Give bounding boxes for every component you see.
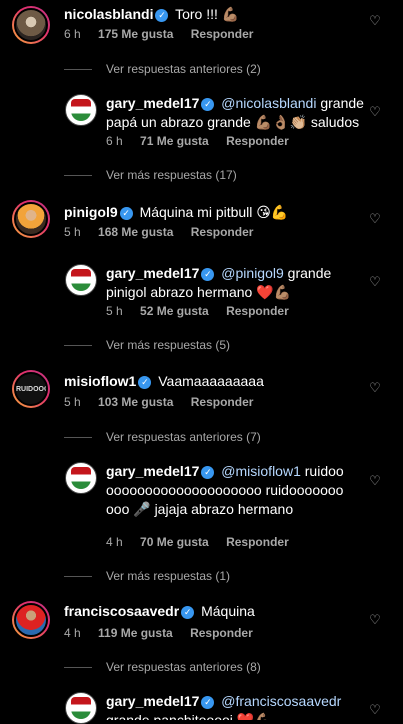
view-replies-link[interactable]: Ver más respuestas (1) [64, 569, 230, 583]
like-heart-icon[interactable]: ♡ [368, 212, 382, 226]
comment-meta: 6 h 175 Me gusta Responder [64, 27, 267, 41]
view-replies-link[interactable]: Ver más respuestas (5) [64, 338, 230, 352]
comment-meta: 4 h 119 Me gusta Responder [64, 626, 267, 640]
comment-meta: 4 h 70 Me gusta Responder [106, 535, 303, 549]
likes-count[interactable]: 71 Me gusta [140, 134, 209, 148]
avatar[interactable] [65, 692, 97, 724]
comment-text: gary_medel17 ✓ @franciscosaavedr grande p… [106, 692, 368, 720]
thread-divider [64, 576, 92, 578]
view-replies-link[interactable]: Ver respuestas anteriores (7) [64, 430, 261, 444]
mention-link[interactable]: @misioflow1 [221, 463, 301, 479]
view-replies-label: Ver más respuestas (17) [106, 168, 237, 182]
comment-body: Vaamaaaaaaaaa [158, 373, 264, 389]
verified-icon: ✓ [201, 466, 215, 479]
verified-icon: ✓ [155, 9, 169, 22]
avatar[interactable]: RUIDOOOO [12, 370, 50, 408]
verified-icon: ✓ [201, 98, 215, 111]
timestamp: 5 h [106, 304, 123, 318]
mention-link[interactable]: @nicolasblandi [221, 95, 316, 111]
thread-divider [64, 437, 92, 439]
view-replies-label: Ver más respuestas (1) [106, 569, 231, 583]
view-replies-label: Ver más respuestas (5) [106, 338, 231, 352]
like-heart-icon[interactable]: ♡ [368, 105, 382, 119]
comment-meta: 5 h 103 Me gusta Responder [64, 395, 267, 409]
avatar[interactable] [65, 462, 97, 494]
like-heart-icon[interactable]: ♡ [368, 14, 382, 28]
reply-button[interactable]: Responder [191, 225, 254, 239]
username[interactable]: gary_medel17 [106, 463, 199, 479]
comment-meta: 6 h 71 Me gusta Responder [106, 134, 303, 148]
likes-count[interactable]: 175 Me gusta [98, 27, 173, 41]
reply-button[interactable]: Responder [190, 626, 253, 640]
reply-button[interactable]: Responder [226, 535, 289, 549]
view-replies-link[interactable]: Ver respuestas anteriores (8) [64, 660, 261, 674]
reply-button[interactable]: Responder [226, 134, 289, 148]
comment-text: misioflow1 ✓ Vaamaaaaaaaaa [64, 372, 354, 391]
timestamp: 4 h [106, 535, 123, 549]
reply-button[interactable]: Responder [191, 27, 254, 41]
like-heart-icon[interactable]: ♡ [368, 275, 382, 289]
view-replies-label: Ver respuestas anteriores (2) [106, 62, 261, 76]
username[interactable]: nicolasblandi [64, 6, 153, 22]
like-heart-icon[interactable]: ♡ [368, 703, 382, 717]
view-replies-link[interactable]: Ver más respuestas (17) [64, 168, 237, 182]
username[interactable]: gary_medel17 [106, 95, 199, 111]
timestamp: 5 h [64, 225, 81, 239]
comment-text: nicolasblandi ✓ Toro !!! 💪🏽 [64, 5, 354, 24]
timestamp: 4 h [64, 626, 81, 640]
likes-count[interactable]: 70 Me gusta [140, 535, 209, 549]
view-replies-label: Ver respuestas anteriores (8) [106, 660, 261, 674]
thread-divider [64, 667, 92, 669]
timestamp: 6 h [106, 134, 123, 148]
username[interactable]: pinigol9 [64, 204, 118, 220]
thread-divider [64, 345, 92, 347]
comment-body: grande panchitooooi ❤️💪🏽 [106, 712, 272, 720]
view-replies-label: Ver respuestas anteriores (7) [106, 430, 261, 444]
avatar[interactable] [65, 264, 97, 296]
comment-text: gary_medel17 ✓ @pinigol9 grande pinigol a… [106, 264, 368, 302]
comment-body: Máquina mi pitbull 😘💪 [139, 204, 289, 220]
avatar[interactable] [12, 6, 50, 44]
avatar[interactable] [65, 94, 97, 126]
comment-meta: 5 h 52 Me gusta Responder [106, 304, 303, 318]
like-heart-icon[interactable]: ♡ [368, 381, 382, 395]
avatar-logo-text: RUIDOOOO [16, 386, 46, 393]
verified-icon: ✓ [119, 207, 133, 220]
timestamp: 6 h [64, 27, 81, 41]
comment-text: pinigol9 ✓ Máquina mi pitbull 😘💪 [64, 203, 354, 222]
avatar[interactable] [12, 200, 50, 238]
username[interactable]: misioflow1 [64, 373, 136, 389]
verified-icon: ✓ [201, 696, 215, 709]
likes-count[interactable]: 103 Me gusta [98, 395, 173, 409]
like-heart-icon[interactable]: ♡ [368, 474, 382, 488]
thread-divider [64, 69, 92, 71]
thread-divider [64, 175, 92, 177]
username[interactable]: franciscosaavedr [64, 603, 179, 619]
likes-count[interactable]: 119 Me gusta [98, 626, 173, 640]
avatar[interactable] [12, 601, 50, 639]
mention-link[interactable]: @pinigol9 [221, 265, 283, 281]
comment-body: Toro !!! 💪🏽 [175, 6, 240, 22]
comment-text: gary_medel17 ✓ @nicolasblandi grande papá… [106, 94, 368, 132]
likes-count[interactable]: 168 Me gusta [98, 225, 173, 239]
reply-button[interactable]: Responder [191, 395, 254, 409]
verified-icon: ✓ [201, 268, 215, 281]
likes-count[interactable]: 52 Me gusta [140, 304, 209, 318]
view-replies-link[interactable]: Ver respuestas anteriores (2) [64, 62, 261, 76]
comment-body: Máquina [201, 603, 255, 619]
comment-text: gary_medel17 ✓ @misioflow1 ruidoooooooooo… [106, 462, 351, 519]
like-heart-icon[interactable]: ♡ [368, 613, 382, 627]
reply-button[interactable]: Responder [226, 304, 289, 318]
comment-text: franciscosaavedr ✓ Máquina [64, 602, 354, 621]
mention-link[interactable]: @franciscosaavedr [221, 693, 341, 709]
verified-icon: ✓ [138, 376, 152, 389]
verified-icon: ✓ [181, 606, 195, 619]
username[interactable]: gary_medel17 [106, 693, 199, 709]
username[interactable]: gary_medel17 [106, 265, 199, 281]
timestamp: 5 h [64, 395, 81, 409]
comment-meta: 5 h 168 Me gusta Responder [64, 225, 267, 239]
